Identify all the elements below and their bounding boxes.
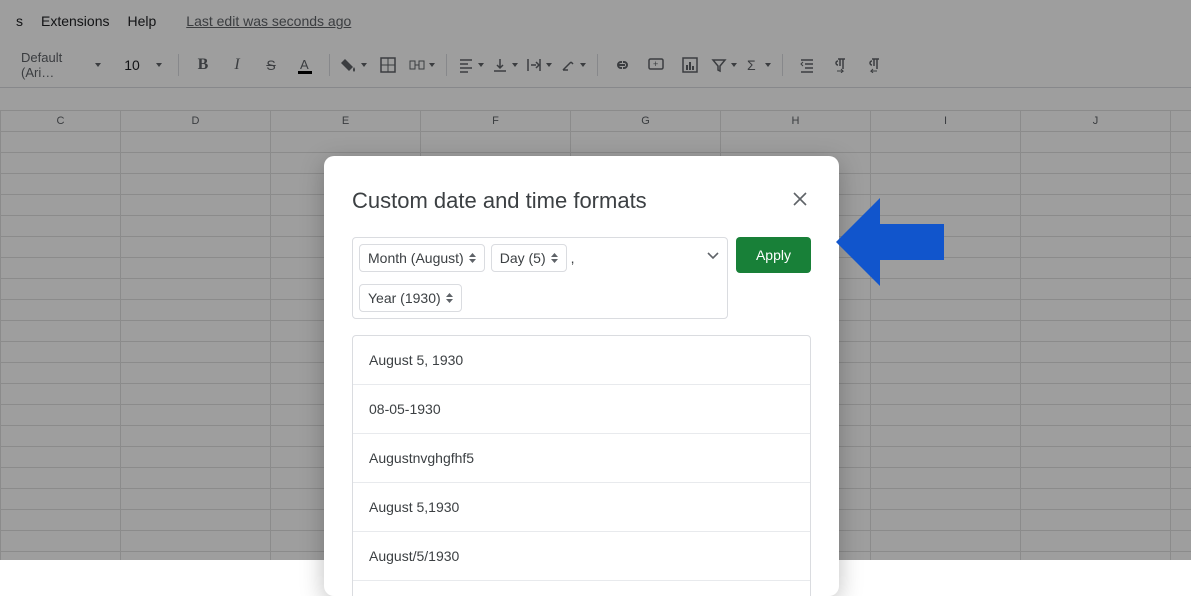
rotation-icon: [560, 57, 576, 73]
font-size-value: 10: [124, 57, 140, 73]
vertical-align-button[interactable]: [491, 51, 519, 79]
functions-button[interactable]: Σ: [744, 51, 772, 79]
column-header[interactable]: H: [721, 111, 871, 131]
column-headers: C D E F G H I J: [0, 110, 1191, 132]
font-size-selector[interactable]: 10: [114, 51, 150, 79]
day-token[interactable]: Day (5): [491, 244, 567, 272]
format-preset-list[interactable]: August 5, 1930 08-05-1930 Augustnvghgfhf…: [352, 335, 811, 596]
menu-bar: s Extensions Help Last edit was seconds …: [0, 0, 1191, 42]
svg-text:+: +: [653, 59, 658, 69]
menu-item[interactable]: s: [16, 13, 23, 29]
format-preset-item[interactable]: 08-05-1930: [353, 385, 810, 434]
text-wrap-button[interactable]: [525, 51, 553, 79]
last-edit-link[interactable]: Last edit was seconds ago: [186, 13, 351, 29]
filter-button[interactable]: [710, 51, 738, 79]
stepper-icon: [446, 293, 453, 303]
stepper-icon: [469, 253, 476, 263]
menu-item-help[interactable]: Help: [127, 13, 156, 29]
bold-button[interactable]: B: [189, 51, 217, 79]
divider: [446, 54, 447, 76]
text-color-button[interactable]: A: [291, 51, 319, 79]
column-header[interactable]: D: [121, 111, 271, 131]
filter-icon: [711, 57, 727, 73]
borders-icon: [380, 57, 396, 73]
chevron-down-icon[interactable]: [156, 63, 162, 67]
chart-icon: [682, 57, 698, 73]
column-header[interactable]: F: [421, 111, 571, 131]
literal-comma: ,: [571, 250, 575, 266]
close-button[interactable]: [789, 186, 811, 215]
year-token-label: Year (1930): [368, 290, 441, 306]
italic-button[interactable]: I: [223, 51, 251, 79]
rtl-icon: [867, 57, 883, 73]
horizontal-align-button[interactable]: [457, 51, 485, 79]
annotation-arrow: [836, 184, 948, 300]
arrow-left-icon: [836, 184, 948, 300]
divider: [329, 54, 330, 76]
stepper-icon: [551, 253, 558, 263]
year-token[interactable]: Year (1930): [359, 284, 462, 312]
menu-item-extensions[interactable]: Extensions: [41, 13, 109, 29]
ltr-icon: [833, 57, 849, 73]
text-direction-ltr-button[interactable]: [827, 51, 855, 79]
fill-color-button[interactable]: [340, 51, 368, 79]
format-preset-item[interactable]: Augustnvghgfhf5: [353, 434, 810, 483]
chevron-down-icon: [707, 252, 719, 260]
format-token-input[interactable]: Month (August) Day (5) , Year (1930): [352, 237, 728, 319]
comment-icon: +: [648, 57, 664, 73]
insert-link-button[interactable]: [608, 51, 636, 79]
decrease-indent-button[interactable]: [793, 51, 821, 79]
format-preset-item[interactable]: August 5, 1930: [353, 336, 810, 385]
font-selector[interactable]: Default (Ari…: [14, 51, 108, 79]
valign-icon: [492, 57, 508, 73]
format-preset-item[interactable]: August/5/1930: [353, 532, 810, 581]
chevron-down-icon: [95, 63, 101, 67]
divider: [782, 54, 783, 76]
close-icon: [793, 192, 807, 206]
column-header[interactable]: J: [1021, 111, 1171, 131]
font-selector-label: Default (Ari…: [21, 50, 89, 80]
align-left-icon: [458, 57, 474, 73]
divider: [597, 54, 598, 76]
merge-icon: [409, 57, 425, 73]
add-token-dropdown[interactable]: [707, 248, 719, 263]
divider: [178, 54, 179, 76]
column-header[interactable]: G: [571, 111, 721, 131]
apply-button[interactable]: Apply: [736, 237, 811, 273]
borders-button[interactable]: [374, 51, 402, 79]
strikethrough-button[interactable]: S: [257, 51, 285, 79]
text-direction-rtl-button[interactable]: [861, 51, 889, 79]
day-token-label: Day (5): [500, 250, 546, 266]
column-header[interactable]: C: [1, 111, 121, 131]
insert-chart-button[interactable]: [676, 51, 704, 79]
text-color-icon: A: [296, 56, 314, 74]
paint-bucket-icon: [341, 57, 357, 73]
svg-text:A: A: [300, 57, 309, 72]
insert-comment-button[interactable]: +: [642, 51, 670, 79]
sigma-icon: Σ: [745, 57, 761, 73]
text-rotation-button[interactable]: [559, 51, 587, 79]
column-header[interactable]: I: [871, 111, 1021, 131]
link-icon: [613, 56, 631, 74]
month-token-label: Month (August): [368, 250, 464, 266]
dialog-title: Custom date and time formats: [352, 188, 647, 214]
month-token[interactable]: Month (August): [359, 244, 485, 272]
toolbar: Default (Ari… 10 B I S A +: [0, 42, 1191, 88]
wrap-icon: [526, 57, 542, 73]
custom-date-format-dialog: Custom date and time formats Month (Augu…: [324, 156, 839, 596]
column-header[interactable]: E: [271, 111, 421, 131]
outdent-icon: [799, 57, 815, 73]
merge-cells-button[interactable]: [408, 51, 436, 79]
format-preset-item[interactable]: August 5,1930: [353, 483, 810, 532]
svg-text:Σ: Σ: [747, 57, 756, 73]
